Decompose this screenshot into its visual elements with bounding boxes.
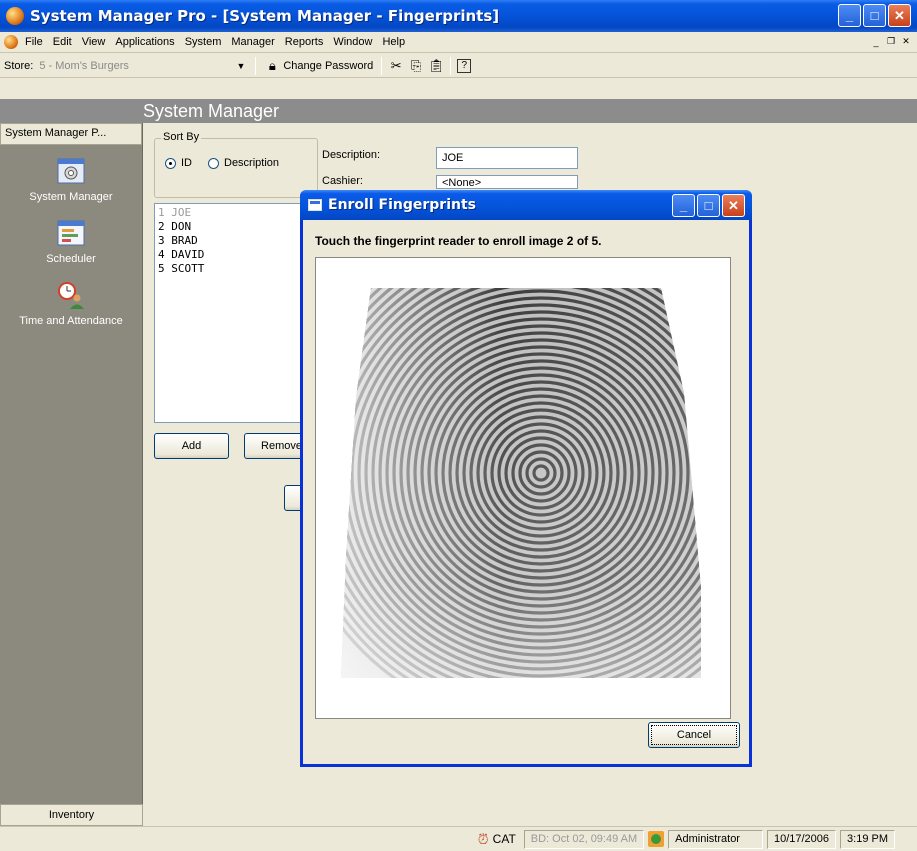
- list-item[interactable]: 3 BRAD: [158, 234, 310, 248]
- sidebar-item-system-manager[interactable]: System Manager: [0, 155, 142, 203]
- minimize-button[interactable]: _: [838, 4, 861, 27]
- mdi-restore-button[interactable]: ❐: [884, 35, 898, 48]
- dialog-maximize-button[interactable]: □: [697, 194, 720, 217]
- scheduler-icon: [55, 217, 87, 249]
- menu-reports[interactable]: Reports: [280, 36, 329, 48]
- dialog-titlebar: Enroll Fingerprints _ □ ✕: [300, 190, 752, 220]
- page-header: System Manager: [0, 99, 917, 123]
- sidebar-item-label: Time and Attendance: [19, 315, 123, 327]
- radio-dot: [208, 157, 219, 169]
- close-button[interactable]: ✕: [888, 4, 911, 27]
- sort-by-description-radio[interactable]: Description: [208, 157, 279, 169]
- mdi-minimize-button[interactable]: _: [869, 35, 883, 48]
- sort-by-id-radio[interactable]: ID: [165, 157, 192, 169]
- window-titlebar: System Manager Pro - [System Manager - F…: [0, 0, 917, 32]
- sidebar-item-time-and-attendance[interactable]: Time and Attendance: [0, 279, 142, 327]
- business-date: BD: Oct 02, 09:49 AM: [523, 829, 645, 849]
- toolbar-separator: [255, 56, 257, 75]
- radio-dot: [165, 157, 176, 169]
- gear-window-icon: [55, 155, 87, 187]
- add-button-label: Add: [181, 440, 202, 452]
- sidebar-item-label: Scheduler: [46, 253, 96, 265]
- app-icon[interactable]: [6, 7, 24, 25]
- statusbar: ⏰︎ CAT BD: Oct 02, 09:49 AM Administrato…: [0, 826, 917, 851]
- menu-file[interactable]: File: [20, 36, 48, 48]
- list-item[interactable]: 5 SCOTT: [158, 262, 310, 276]
- dialog-minimize-button[interactable]: _: [672, 194, 695, 217]
- document-menu-icon[interactable]: [4, 35, 18, 49]
- page-title: System Manager: [143, 100, 280, 121]
- list-item[interactable]: 1 JOE: [158, 206, 310, 220]
- user-name: Administrator: [668, 829, 763, 849]
- sidebar-item-label: System Manager: [29, 191, 113, 203]
- store-select[interactable]: 5 - Mom's Burgers ▼: [37, 57, 249, 75]
- lock-icon: 🔒︎: [268, 57, 276, 73]
- store-label: Store:: [4, 59, 34, 72]
- sidebar-item-scheduler[interactable]: Scheduler: [0, 217, 142, 265]
- sort-by-description-label: Description: [224, 157, 280, 169]
- change-password-label: Change Password: [283, 59, 374, 72]
- store-value: 5 - Mom's Burgers: [39, 59, 129, 72]
- toolbar: Store: 5 - Mom's Burgers ▼ 🔒︎ Change Pas…: [0, 54, 917, 78]
- help-icon[interactable]: ?: [457, 58, 472, 73]
- cancel-button-label: Cancel: [676, 729, 712, 741]
- menu-edit[interactable]: Edit: [48, 36, 77, 48]
- sort-by-id-label: ID: [181, 157, 192, 169]
- remove-button-label: Remove: [261, 440, 302, 452]
- change-password-button[interactable]: 🔒︎ Change Password: [262, 58, 375, 74]
- cashier-value: <None>: [442, 177, 482, 189]
- paste-icon[interactable]: 📋︎: [428, 58, 445, 74]
- menu-applications[interactable]: Applications: [110, 36, 179, 48]
- status-date: 10/17/2006: [766, 829, 837, 849]
- description-input[interactable]: JOE: [436, 147, 578, 169]
- cashier-label: Cashier:: [322, 175, 363, 187]
- window-icon: [308, 199, 322, 211]
- location-code: CAT: [492, 832, 516, 846]
- cashier-select[interactable]: <None>: [436, 175, 578, 189]
- enroll-fingerprints-dialog: Enroll Fingerprints _ □ ✕ Touch the fing…: [300, 190, 752, 767]
- sidebar-footer-inventory[interactable]: Inventory: [0, 804, 143, 826]
- cancel-button[interactable]: Cancel: [648, 722, 740, 748]
- sort-by-group: Sort By ID Description: [154, 131, 318, 198]
- chevron-down-icon: ▼: [236, 60, 246, 71]
- menu-view[interactable]: View: [77, 36, 111, 48]
- add-button[interactable]: Add: [154, 433, 229, 459]
- dialog-title: Enroll Fingerprints: [328, 197, 476, 213]
- toolbar-separator: [450, 56, 452, 75]
- employee-list[interactable]: 1 JOE 2 DON 3 BRAD 4 DAVID 5 SCOTT: [154, 203, 314, 423]
- description-label: Description:: [322, 149, 381, 161]
- fingerprint-image-frame: [315, 257, 731, 719]
- dialog-close-button[interactable]: ✕: [722, 194, 745, 217]
- alarm-clock-icon: ⏰︎: [477, 830, 489, 847]
- list-item[interactable]: 4 DAVID: [158, 248, 310, 262]
- mdi-close-button[interactable]: ✕: [899, 35, 913, 48]
- list-item[interactable]: 2 DON: [158, 220, 310, 234]
- cut-icon[interactable]: ✂: [388, 58, 404, 74]
- menubar: File Edit View Applications System Manag…: [0, 32, 917, 53]
- sidebar-section-header[interactable]: System Manager P...: [0, 123, 142, 145]
- enroll-prompt: Touch the fingerprint reader to enroll i…: [315, 234, 602, 248]
- window-title: System Manager Pro - [System Manager - F…: [30, 7, 500, 25]
- status-green-icon: [648, 831, 665, 847]
- toolbar-separator: [381, 56, 383, 75]
- menu-help[interactable]: Help: [377, 36, 410, 48]
- copy-icon[interactable]: ⎘: [408, 58, 424, 74]
- menu-manager[interactable]: Manager: [226, 36, 279, 48]
- sort-by-legend: Sort By: [161, 131, 202, 143]
- fingerprint-image: [341, 288, 701, 678]
- menu-window[interactable]: Window: [328, 36, 377, 48]
- clock-person-icon: [55, 279, 87, 311]
- sidebar: System Manager P... System Manager Sched…: [0, 123, 143, 826]
- status-time: 3:19 PM: [840, 829, 895, 849]
- maximize-button[interactable]: □: [863, 4, 886, 27]
- menu-system[interactable]: System: [180, 36, 227, 48]
